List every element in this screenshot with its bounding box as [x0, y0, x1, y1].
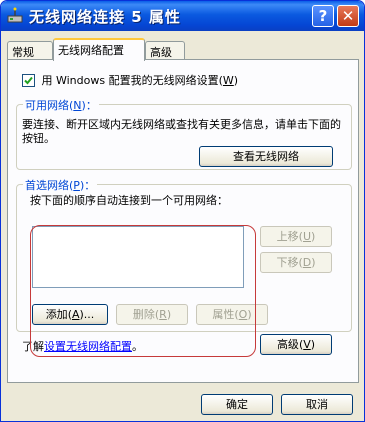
- properties-button[interactable]: 属性(O): [196, 304, 268, 325]
- view-wireless-networks-button[interactable]: 查看无线网络: [199, 146, 333, 167]
- ok-button[interactable]: 确定: [201, 394, 273, 415]
- tab-advanced[interactable]: 高级: [145, 41, 185, 60]
- close-icon: ✕: [341, 7, 355, 25]
- use-windows-checkbox-row[interactable]: 用 Windows 配置我的无线网络设置(W): [22, 72, 238, 88]
- use-windows-checkbox[interactable]: [22, 73, 35, 87]
- network-connection-icon: [7, 7, 23, 23]
- checkmark-icon: [24, 76, 33, 84]
- preferred-networks-legend: 首选网络(P)：: [23, 177, 98, 193]
- learn-more-text: 了解设置无线网络配置。: [22, 340, 143, 353]
- cancel-button[interactable]: 取消: [281, 394, 353, 415]
- setup-wireless-link[interactable]: 设置无线网络配置: [44, 340, 132, 353]
- remove-button[interactable]: 删除(R): [116, 304, 188, 325]
- available-networks-description: 要连接、断开区域内无线网络或查找有关更多信息，请单击下面的按钮。: [22, 118, 341, 145]
- preferred-networks-description: 按下面的顺序自动连接到一个可用网络：: [30, 194, 228, 207]
- help-button[interactable]: ?: [312, 5, 334, 27]
- available-networks-legend: 可用网络(N)：: [23, 97, 99, 113]
- move-down-button[interactable]: 下移(D): [260, 252, 332, 273]
- window-title: 无线网络连接 5 属性: [29, 8, 181, 26]
- advanced-button[interactable]: 高级(V): [260, 334, 332, 355]
- tab-general[interactable]: 常规: [7, 41, 53, 60]
- preferred-networks-list[interactable]: [32, 226, 244, 288]
- title-bar[interactable]: 无线网络连接 5 属性 ? ✕: [1, 1, 364, 31]
- properties-dialog: 无线网络连接 5 属性 ? ✕ 常规 无线网络配置 高级 用 Windows 配…: [0, 0, 365, 422]
- wireless-networks-panel: 用 Windows 配置我的无线网络设置(W) 可用网络(N)： 要连接、断开区…: [7, 59, 359, 383]
- tab-strip: 常规 无线网络配置 高级: [7, 38, 359, 61]
- tab-wireless-networks[interactable]: 无线网络配置: [53, 38, 145, 61]
- use-windows-label: 用 Windows 配置我的无线网络设置(W): [41, 74, 239, 87]
- add-button[interactable]: 添加(A)...: [32, 304, 108, 325]
- close-button[interactable]: ✕: [337, 5, 359, 27]
- help-icon: ?: [318, 7, 328, 25]
- move-up-button[interactable]: 上移(U): [260, 226, 332, 247]
